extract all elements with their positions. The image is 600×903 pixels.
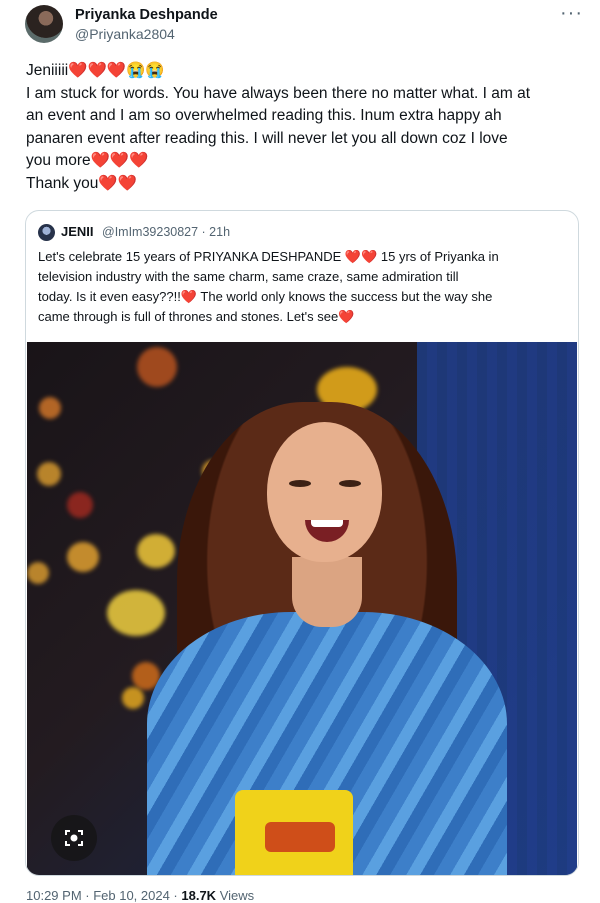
person-eye [339, 480, 361, 487]
quoted-line: today. Is it even easy??!!❤️ The world o… [38, 289, 493, 304]
bokeh-light [67, 542, 99, 572]
avatar[interactable] [25, 5, 63, 43]
quoted-author-name[interactable]: JENII [61, 224, 94, 239]
timestamp[interactable]: 10:29 PM · Feb 10, 2024 · [26, 888, 181, 903]
google-lens-icon[interactable] [51, 815, 97, 861]
tweet-line: you more❤️❤️❤️ [26, 152, 149, 169]
camera-search-icon [65, 830, 83, 846]
quoted-line: Let's celebrate 15 years of PRIYANKA DES… [38, 249, 499, 264]
author-handle[interactable]: @Priyanka2804 [75, 26, 175, 42]
person-eye [289, 480, 311, 487]
bokeh-light [137, 347, 177, 387]
quoted-author-meta[interactable]: @ImIm39230827 · 21h [102, 225, 230, 239]
quoted-line: television industry with the same charm,… [38, 269, 459, 284]
bokeh-light [122, 687, 144, 709]
bokeh-light [37, 462, 61, 486]
person-neck [292, 557, 362, 627]
bokeh-light [67, 492, 93, 518]
tweet-footer: 10:29 PM · Feb 10, 2024 · 18.7K Views [26, 888, 254, 903]
tweet-text: Jeniiiii❤️❤️❤️😭😭 I am stuck for words. Y… [26, 60, 586, 195]
more-options-icon[interactable]: ··· [560, 2, 583, 25]
quoted-avatar[interactable] [38, 224, 55, 241]
quoted-line: came through is full of thrones and ston… [38, 309, 355, 324]
bokeh-light [137, 534, 175, 568]
bokeh-light [27, 562, 49, 584]
bokeh-light [39, 397, 61, 419]
quoted-tweet[interactable]: JENII @ImIm39230827 · 21h Let's celebrat… [25, 210, 579, 876]
cup-logo [265, 822, 335, 852]
tweet-line: Jeniiiii❤️❤️❤️😭😭 [26, 62, 165, 79]
tweet-line: panaren event after reading this. I will… [26, 129, 508, 147]
tweet-line: an event and I am so overwhelmed reading… [26, 107, 502, 124]
tweet-line: Thank you❤️❤️ [26, 174, 137, 192]
tweet-photo[interactable] [27, 342, 577, 875]
tweet-line: I am stuck for words. You have always be… [26, 84, 531, 102]
author-name[interactable]: Priyanka Deshpande [75, 7, 218, 23]
views-label: Views [216, 888, 255, 903]
views-count: 18.7K [181, 888, 217, 903]
quoted-tweet-text: Let's celebrate 15 years of PRIYANKA DES… [38, 247, 568, 327]
bokeh-light [107, 590, 165, 636]
